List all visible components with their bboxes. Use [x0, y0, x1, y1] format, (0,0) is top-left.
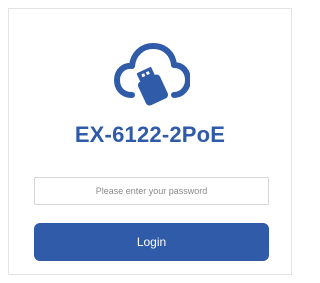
- password-input[interactable]: [34, 177, 269, 205]
- login-button[interactable]: Login: [34, 223, 269, 261]
- device-title: EX-6122-2PoE: [74, 122, 226, 147]
- login-card: EX-6122-2PoE Login: [8, 8, 292, 275]
- cloud-usb-icon: [114, 39, 190, 107]
